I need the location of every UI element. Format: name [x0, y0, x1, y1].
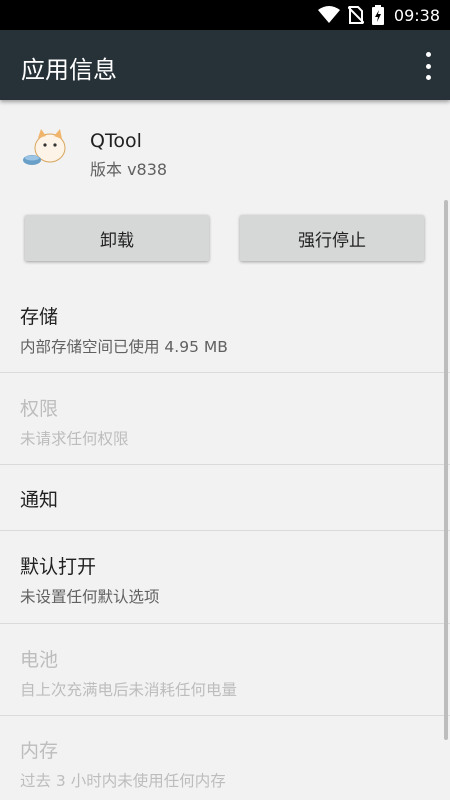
app-name: QTool — [90, 130, 142, 152]
settings-item-open-by-default[interactable]: 默认打开 未设置任何默认选项 — [0, 552, 450, 607]
settings-item-memory[interactable]: 内存 过去 3 小时内未使用任何内存 — [0, 736, 450, 791]
app-header: QTool 版本 v838 — [0, 100, 450, 210]
app-bar: 应用信息 — [0, 30, 450, 100]
page-title: 应用信息 — [21, 56, 117, 84]
status-time: 09:38 — [393, 5, 440, 25]
uninstall-button[interactable]: 卸载 — [25, 215, 209, 261]
app-info-content: QTool 版本 v838 卸载 强行停止 存储 内部存储空间已使用 4.95 … — [0, 100, 450, 800]
settings-item-title: 内存 — [20, 740, 59, 762]
settings-item-subtitle: 自上次充满电后未消耗任何电量 — [20, 681, 238, 699]
divider — [0, 530, 450, 531]
scrollbar[interactable] — [444, 200, 448, 740]
divider — [0, 623, 450, 624]
force-stop-button[interactable]: 强行停止 — [240, 215, 424, 261]
settings-item-storage[interactable]: 存储 内部存储空间已使用 4.95 MB — [0, 302, 450, 357]
settings-item-title: 电池 — [20, 649, 59, 671]
settings-item-permissions[interactable]: 权限 未请求任何权限 — [0, 394, 450, 449]
settings-item-subtitle: 未请求任何权限 — [20, 430, 129, 448]
battery-charging-icon — [371, 5, 384, 25]
settings-item-title: 通知 — [20, 489, 59, 511]
cat-app-icon — [22, 126, 68, 170]
no-sim-icon — [347, 6, 364, 24]
settings-item-title: 权限 — [20, 398, 59, 420]
app-version: 版本 v838 — [90, 160, 168, 179]
divider — [0, 464, 450, 465]
status-bar: 09:38 — [0, 0, 450, 30]
settings-item-battery[interactable]: 电池 自上次充满电后未消耗任何电量 — [0, 645, 450, 700]
settings-item-subtitle: 未设置任何默认选项 — [20, 588, 160, 606]
settings-item-title: 默认打开 — [20, 556, 97, 578]
more-vert-icon[interactable] — [422, 52, 434, 80]
wifi-icon — [317, 6, 340, 24]
settings-item-title: 存储 — [20, 306, 59, 328]
divider — [0, 372, 450, 373]
settings-item-subtitle: 内部存储空间已使用 4.95 MB — [20, 338, 228, 356]
settings-item-notifications[interactable]: 通知 — [0, 485, 450, 512]
settings-item-subtitle: 过去 3 小时内未使用任何内存 — [20, 772, 226, 790]
divider — [0, 715, 450, 716]
